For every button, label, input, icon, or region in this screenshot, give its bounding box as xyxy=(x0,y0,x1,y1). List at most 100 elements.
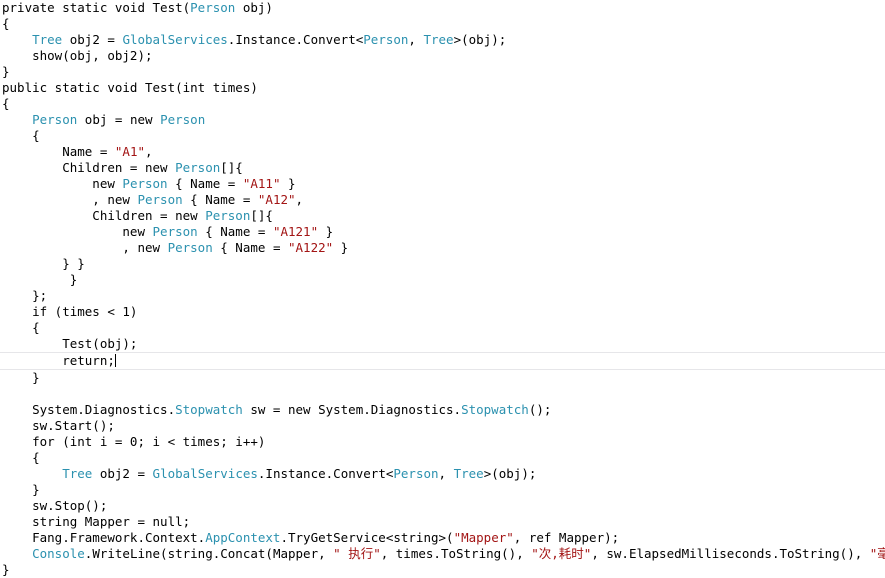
code-token-text: sw.Start(); xyxy=(2,418,115,433)
code-token-string: "A11" xyxy=(242,176,281,191)
code-line[interactable]: Name = "A1", xyxy=(0,144,885,160)
code-line-current[interactable]: return; xyxy=(0,352,885,370)
code-token-type: Person xyxy=(205,208,251,223)
code-token-text: { xyxy=(2,96,10,111)
code-line[interactable]: Person obj = new Person xyxy=(0,112,885,128)
code-token-text: if (times < 1) xyxy=(2,304,138,319)
code-line[interactable]: sw.Start(); xyxy=(0,418,885,434)
code-line[interactable]: Test(obj); xyxy=(0,336,885,352)
code-token-text: >(obj); xyxy=(453,32,507,47)
code-line[interactable]: { xyxy=(0,450,885,466)
code-token-text: []{ xyxy=(250,208,273,223)
code-token-text: .Instance.Convert< xyxy=(257,466,394,481)
code-token-text: } xyxy=(2,272,78,287)
code-line[interactable]: } xyxy=(0,482,885,498)
code-token-text: { Name = xyxy=(197,224,273,239)
code-line[interactable]: , new Person { Name = "A122" } xyxy=(0,240,885,256)
code-token-text: } xyxy=(2,64,10,79)
code-token-text: { Name = xyxy=(167,176,243,191)
code-line[interactable]: , new Person { Name = "A12", xyxy=(0,192,885,208)
code-line[interactable]: } } xyxy=(0,256,885,272)
code-token-text: obj = new xyxy=(77,112,161,127)
code-token-text: { Name = xyxy=(182,192,258,207)
code-token-text: } xyxy=(2,562,10,577)
code-token-text: new xyxy=(2,176,123,191)
code-token-type: Stopwatch xyxy=(461,402,529,417)
code-token-text: , xyxy=(438,466,454,481)
code-line[interactable]: for (int i = 0; i < times; i++) xyxy=(0,434,885,450)
code-token-text: Test(obj); xyxy=(2,336,138,351)
code-token-type: Person xyxy=(32,112,78,127)
code-line[interactable]: { xyxy=(0,96,885,112)
code-token-text: { xyxy=(2,16,10,31)
code-token-text: .WriteLine(string.Concat(Mapper, xyxy=(84,546,334,561)
code-token-text: obj2 = xyxy=(62,32,123,47)
code-line[interactable]: { xyxy=(0,320,885,336)
code-token-text: { xyxy=(2,450,40,465)
code-line[interactable]: { xyxy=(0,16,885,32)
code-token-type: Person xyxy=(137,192,183,207)
code-token-text: }; xyxy=(2,288,48,303)
code-token-text: new xyxy=(2,224,153,239)
code-line[interactable]: private static void Test(Person obj) xyxy=(0,0,885,16)
code-editor-surface[interactable]: private static void Test(Person obj){ Tr… xyxy=(0,0,885,577)
code-token-text: , ref Mapper); xyxy=(513,530,620,545)
code-line[interactable]: Children = new Person[]{ xyxy=(0,160,885,176)
code-token-text: , xyxy=(295,192,304,207)
code-line[interactable]: show(obj, obj2); xyxy=(0,48,885,64)
code-token-text: Fang.Framework.Context. xyxy=(2,530,206,545)
code-token-text: sw.Stop(); xyxy=(2,498,108,513)
code-line[interactable]: new Person { Name = "A121" } xyxy=(0,224,885,240)
code-token-string: "Mapper" xyxy=(453,530,514,545)
code-line[interactable]: } xyxy=(0,272,885,288)
code-line[interactable]: System.Diagnostics. Stopwatch sw = new Sy… xyxy=(0,402,885,418)
code-line[interactable]: if (times < 1) xyxy=(0,304,885,320)
code-token-text: , new xyxy=(2,240,168,255)
code-line[interactable]: Console.WriteLine(string.Concat(Mapper, … xyxy=(0,546,885,562)
code-line[interactable]: } xyxy=(0,562,885,578)
code-token-text: , xyxy=(408,32,424,47)
code-token-text: { xyxy=(2,128,40,143)
code-line[interactable]: } xyxy=(0,370,885,386)
code-token-type: AppContext xyxy=(205,530,281,545)
code-token-text: obj) xyxy=(235,0,273,15)
code-token-text: { xyxy=(2,320,40,335)
code-line[interactable]: public static void Test(int times) xyxy=(0,80,885,96)
code-token-type: Tree xyxy=(453,466,484,481)
code-token-text: Name = xyxy=(2,144,115,159)
code-token-string: "A122" xyxy=(288,240,334,255)
code-token-type: Person xyxy=(167,240,213,255)
code-line[interactable] xyxy=(0,386,885,402)
code-line[interactable]: Fang.Framework.Context.AppContext.TryGet… xyxy=(0,530,885,546)
code-token-text: { Name = xyxy=(212,240,288,255)
code-line[interactable]: sw.Stop(); xyxy=(0,498,885,514)
code-line[interactable]: new Person { Name = "A11" } xyxy=(0,176,885,192)
code-token-type: Console xyxy=(32,546,85,561)
code-token-text: (); xyxy=(528,402,552,417)
code-line[interactable]: Tree obj2 = GlobalServices.Instance.Conv… xyxy=(0,466,885,482)
code-token-text: , new xyxy=(2,192,138,207)
code-token-text: .Instance.Convert< xyxy=(227,32,364,47)
code-token-type: Person xyxy=(190,0,236,15)
code-lines-container[interactable]: private static void Test(Person obj){ Tr… xyxy=(0,0,885,578)
code-token-string: "毫秒" xyxy=(869,546,885,561)
code-token-text: , xyxy=(145,144,153,159)
code-token-type: Tree xyxy=(423,32,454,47)
code-line[interactable]: }; xyxy=(0,288,885,304)
code-line[interactable]: Tree obj2 = GlobalServices.Instance.Conv… xyxy=(0,32,885,48)
code-token-text: sw = new System.Diagnostics. xyxy=(242,402,462,417)
code-line[interactable]: string Mapper = null; xyxy=(0,514,885,530)
code-token-text: } xyxy=(333,240,349,255)
code-token-text: string Mapper = null; xyxy=(2,514,191,529)
code-token-text: .TryGetService<string>( xyxy=(280,530,454,545)
code-token-type: Person xyxy=(122,176,168,191)
code-line[interactable]: } xyxy=(0,64,885,80)
code-token-type: Tree xyxy=(32,32,63,47)
code-token-text: , sw.ElapsedMilliseconds.ToString(), xyxy=(591,546,870,561)
code-line[interactable]: Children = new Person[]{ xyxy=(0,208,885,224)
code-token-text: System.Diagnostics. xyxy=(2,402,176,417)
code-line[interactable]: { xyxy=(0,128,885,144)
code-token-text: } xyxy=(280,176,296,191)
